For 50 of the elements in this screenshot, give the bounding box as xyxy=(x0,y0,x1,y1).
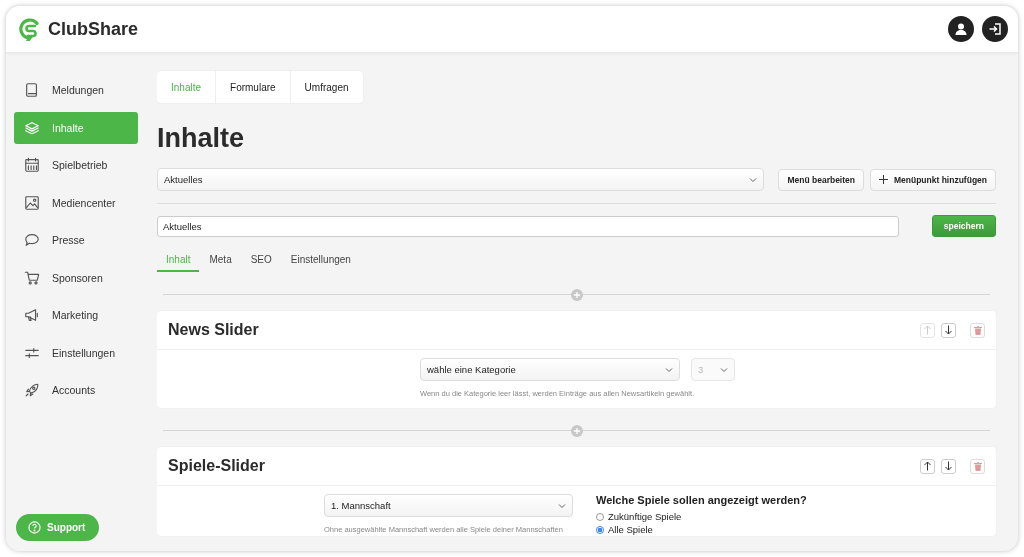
sidebar-item[interactable]: Mediencenter xyxy=(14,186,138,219)
menu-select[interactable]: Aktuelles xyxy=(157,168,765,191)
cart-icon xyxy=(24,269,40,286)
sidebar-item[interactable]: Meldungen xyxy=(14,74,138,106)
app-name: ClubShare xyxy=(48,18,139,40)
layers-icon xyxy=(24,119,40,136)
book-icon xyxy=(24,82,40,98)
trash-icon[interactable] xyxy=(970,322,985,338)
sidebar-item[interactable]: Accounts xyxy=(14,374,138,406)
chevron-down-icon xyxy=(665,366,673,373)
move-down-icon[interactable] xyxy=(941,322,956,338)
trash-icon[interactable] xyxy=(970,458,985,474)
add-menu-item-button[interactable]: Menüpunkt hinzufügen xyxy=(870,168,996,191)
tab[interactable]: Umfragen xyxy=(290,71,363,103)
speech-icon xyxy=(24,232,40,248)
move-down-icon[interactable] xyxy=(941,458,956,474)
tab[interactable]: Formulare xyxy=(216,71,291,103)
page-title: Inhalte xyxy=(157,123,245,154)
radio-button[interactable] xyxy=(596,525,604,534)
block-title: News Slider xyxy=(168,321,260,339)
tab[interactable]: Einstellungen xyxy=(281,251,360,272)
user-icon[interactable] xyxy=(948,16,974,42)
image-icon xyxy=(24,194,40,211)
option-label: Zukünftige Spiele xyxy=(608,511,682,522)
sidebar-item[interactable]: Marketing xyxy=(14,299,138,331)
tab[interactable]: Meta xyxy=(200,251,241,272)
move-up-icon[interactable] xyxy=(920,458,935,474)
chevron-down-icon xyxy=(720,366,728,373)
logo-icon xyxy=(18,17,42,41)
logout-icon[interactable] xyxy=(982,16,1008,42)
rocket-icon xyxy=(24,382,40,398)
category-select[interactable]: wähle eine Kategorie xyxy=(420,358,680,381)
team-select[interactable]: 1. Mannschaft xyxy=(324,494,573,517)
sidebar-item[interactable]: Spielbetrieb xyxy=(14,149,138,181)
edit-menu-button[interactable]: Menü bearbeiten xyxy=(778,168,864,191)
title-field[interactable]: Aktuelles xyxy=(157,215,899,237)
tab[interactable]: SEO xyxy=(241,251,281,272)
block-title: Spiele-Slider xyxy=(168,457,266,475)
option-label: Alle Spiele xyxy=(608,524,653,535)
sidebar-item[interactable]: Einstellungen xyxy=(14,336,138,369)
megaphone-icon xyxy=(24,307,40,323)
chevron-down-icon xyxy=(749,176,758,183)
radio-button[interactable] xyxy=(596,512,604,521)
help-icon xyxy=(28,521,41,534)
sidebar-item[interactable]: Sponsoren xyxy=(14,261,138,294)
question-label: Welche Spiele sollen angezeigt werden? xyxy=(596,494,807,506)
chevron-down-icon xyxy=(558,502,566,509)
plus-icon xyxy=(879,175,888,184)
sidebar-item[interactable]: Presse xyxy=(14,224,138,256)
calendar-icon xyxy=(24,157,40,173)
